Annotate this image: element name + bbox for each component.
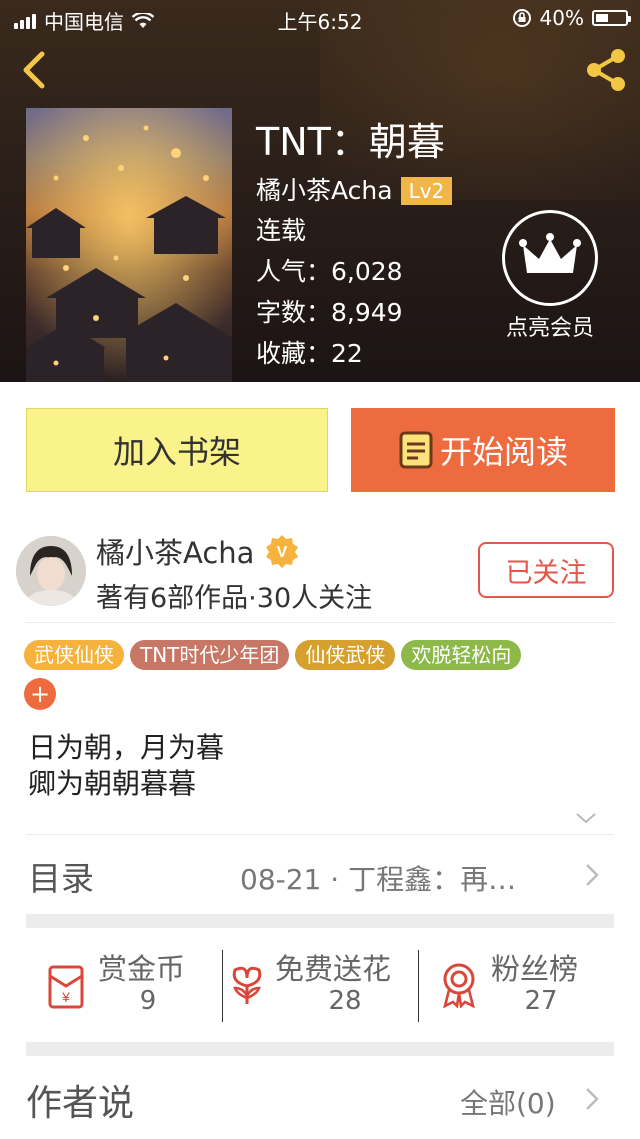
toc-label: 目录 <box>28 859 94 898</box>
book-word-count: 字数：8,949 <box>256 298 403 327</box>
back-icon[interactable] <box>14 48 58 92</box>
tag[interactable]: 欢脱轻松向 <box>401 640 522 670</box>
fans-label: 粉丝榜 <box>491 952 579 986</box>
reward-coins[interactable]: ¥ 赏金币 9 <box>26 930 222 1040</box>
follow-button[interactable]: 已关注 <box>478 542 614 598</box>
svg-text:¥: ¥ <box>61 989 70 1005</box>
author-says-label: 作者说 <box>26 1083 135 1124</box>
description-line: 日为朝，月为暮 <box>28 731 225 764</box>
fans-ranking[interactable]: 粉丝榜 27 <box>419 930 614 1040</box>
author-says-row[interactable]: 作者说 全部(0) <box>0 1054 640 1134</box>
author-says-all[interactable]: 全部(0) <box>460 1082 556 1122</box>
reward-value: 9 <box>139 986 157 1016</box>
chevron-down-icon[interactable] <box>574 810 598 826</box>
tag[interactable]: 仙侠武侠 <box>295 640 396 670</box>
latest-chapter: 08-21 · 丁程鑫：再… <box>240 863 517 896</box>
book-popularity: 人气：6,028 <box>256 257 403 286</box>
book-title: TNT：朝暮 <box>256 120 445 164</box>
book-author[interactable]: 橘小茶Acha <box>256 172 393 210</box>
stats-row: ¥ 赏金币 9 免费送花 28 粉丝榜 27 <box>26 930 614 1040</box>
share-icon[interactable] <box>582 46 630 94</box>
chevron-right-icon <box>586 864 599 886</box>
reward-label: 赏金币 <box>98 952 186 986</box>
book-header: 中国电信 上午6:52 40% TNT：朝暮 橘小茶Acha Lv2 连载 人气… <box>0 0 640 382</box>
status-bar: 中国电信 上午6:52 40% <box>0 0 640 36</box>
start-reading-label: 开始阅读 <box>439 433 568 471</box>
tag[interactable]: TNT时代少年团 <box>130 640 290 670</box>
book-status: 连载 <box>256 216 307 245</box>
battery-icon <box>592 10 631 26</box>
description-line: 卿为朝朝暮暮 <box>28 767 197 800</box>
red-envelope-icon: ¥ <box>48 965 84 1009</box>
svg-text:V: V <box>277 544 288 561</box>
start-reading-button[interactable]: 开始阅读 <box>351 408 615 492</box>
table-of-contents-row[interactable]: 目录 08-21 · 丁程鑫：再… <box>0 836 640 912</box>
author-stats: 著有6部作品·30人关注 <box>96 583 373 614</box>
add-tag-button[interactable]: + <box>24 678 56 710</box>
fans-value: 27 <box>524 986 558 1016</box>
divider <box>26 622 614 623</box>
avatar[interactable] <box>16 536 86 606</box>
author-name[interactable]: 橘小茶Acha <box>96 530 254 572</box>
medal-icon <box>443 963 475 1008</box>
author-card[interactable]: 橘小茶Acha V 著有6部作品·30人关注 已关注 <box>0 512 640 622</box>
verified-badge-icon: V <box>266 535 299 568</box>
flowers-label: 免费送花 <box>275 952 392 986</box>
tag[interactable]: 武侠仙侠 <box>24 640 124 670</box>
book-description[interactable]: 日为朝，月为暮 卿为朝朝暮暮 <box>28 730 224 802</box>
vip-label: 点亮会员 <box>505 316 594 341</box>
lock-rotation-icon <box>512 9 531 27</box>
book-cover[interactable] <box>26 108 232 382</box>
add-to-shelf-button[interactable]: 加入书架 <box>26 408 328 492</box>
book-icon <box>399 431 433 469</box>
divider <box>26 834 614 835</box>
author-level-badge: Lv2 <box>400 177 453 205</box>
book-detail-body: 加入书架 开始阅读 橘小茶Acha V 著有6部作品·30人关注 已关注 武侠仙… <box>0 382 640 1139</box>
chevron-right-icon <box>586 1088 599 1110</box>
vip-button[interactable]: 点亮会员 <box>494 210 606 342</box>
book-info: TNT：朝暮 橘小茶Acha Lv2 连载 人气：6,028 字数：8,949 … <box>256 116 453 374</box>
battery-percent: 40% <box>539 6 584 30</box>
book-author-line: 橘小茶Acha Lv2 <box>256 172 453 210</box>
crown-icon <box>502 210 598 306</box>
flowers-value: 28 <box>328 986 362 1016</box>
tag-list: 武侠仙侠 TNT时代少年团 仙侠武侠 欢脱轻松向 + <box>24 640 624 710</box>
free-flowers[interactable]: 免费送花 28 <box>223 930 419 1040</box>
flower-icon <box>232 966 262 1004</box>
section-gap <box>26 914 614 928</box>
book-favorites: 收藏：22 <box>256 339 363 368</box>
